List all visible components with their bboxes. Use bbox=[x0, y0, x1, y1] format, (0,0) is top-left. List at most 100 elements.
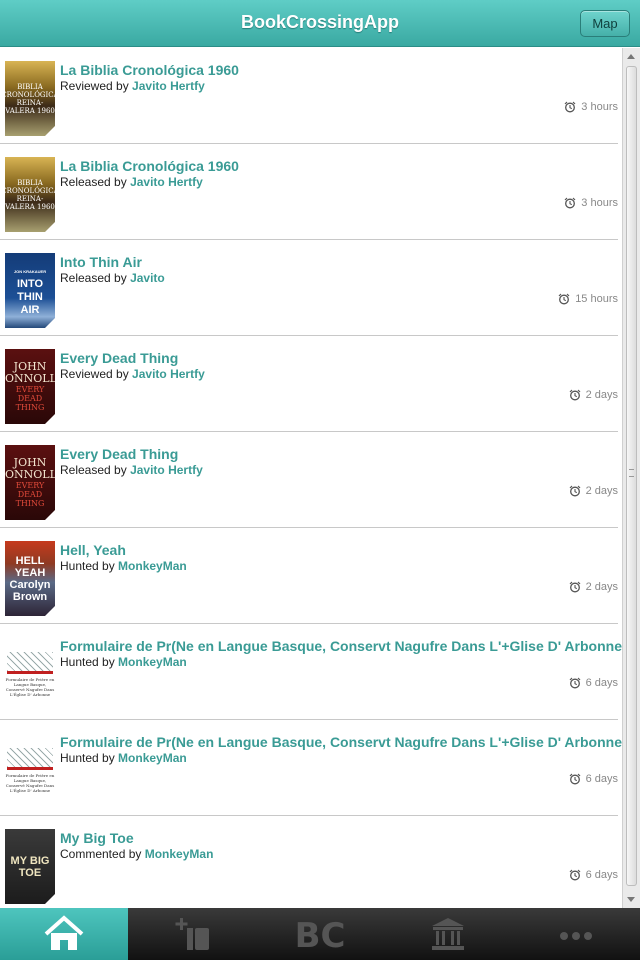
activity-line: Released by Javito Hertfy bbox=[60, 463, 203, 477]
book-title-link[interactable]: My Big Toe bbox=[60, 830, 134, 846]
feed-item[interactable]: Formulaire de Prière en Langue Basque, C… bbox=[0, 720, 622, 816]
cover-text: CRONOLÓGICA bbox=[5, 90, 55, 99]
feed-item[interactable]: Formulaire de Prière en Langue Basque, C… bbox=[0, 624, 622, 720]
book-cover[interactable]: JOHNCONNOLLYEVERY DEADTHING bbox=[5, 445, 55, 520]
cover-text: THING bbox=[15, 499, 45, 508]
cover-artwork bbox=[7, 652, 53, 674]
cover-text: HELL bbox=[15, 554, 45, 567]
cover-text: CRONOLÓGICA bbox=[5, 186, 55, 195]
book-cover[interactable]: JOHNCONNOLLYEVERY DEADTHING bbox=[5, 349, 55, 424]
bc-logo-text: BC bbox=[295, 916, 346, 954]
activity-verb: Hunted by bbox=[60, 559, 115, 573]
cover-text: EVERY DEAD bbox=[15, 385, 45, 403]
user-link[interactable]: MonkeyMan bbox=[145, 847, 214, 861]
feed-item[interactable]: JON KRAKAUER INTO THIN AIR Into Thin Air Rele… bbox=[0, 240, 618, 336]
book-title-link[interactable]: La Biblia Cronológica 1960 bbox=[60, 158, 239, 174]
alarm-clock-icon bbox=[569, 869, 581, 881]
timestamp: 2 days bbox=[569, 389, 618, 401]
timestamp: 2 days bbox=[569, 485, 618, 497]
book-title-link[interactable]: Hell, Yeah bbox=[60, 542, 126, 558]
activity-verb: Hunted by bbox=[60, 751, 115, 765]
alarm-clock-icon bbox=[569, 485, 581, 497]
tab-library[interactable] bbox=[384, 908, 512, 960]
book-cover[interactable]: Formulaire de Prière en Langue Basque, C… bbox=[5, 733, 55, 808]
activity-line: Hunted by MonkeyMan bbox=[60, 751, 187, 765]
scroll-up-arrow[interactable] bbox=[627, 54, 635, 59]
alarm-clock-icon bbox=[564, 197, 576, 209]
cover-text: BIBLIA bbox=[17, 82, 43, 91]
user-link[interactable]: Javito Hertfy bbox=[132, 79, 205, 93]
tab-home[interactable] bbox=[0, 908, 128, 960]
alarm-clock-icon bbox=[569, 581, 581, 593]
book-title-link[interactable]: Formulaire de Pr(Ne en Langue Basque, Co… bbox=[60, 638, 622, 654]
cover-text: MY BIG TOE bbox=[10, 854, 50, 879]
timestamp: 6 days bbox=[569, 869, 618, 881]
book-cover[interactable]: HELL YEAH Carolyn Brown bbox=[5, 541, 55, 616]
book-cover[interactable]: BIBLIACRONOLÓGICAREINA-VALERA 1960 bbox=[5, 157, 55, 232]
library-icon bbox=[432, 918, 464, 950]
activity-line: Reviewed by Javito Hertfy bbox=[60, 367, 205, 381]
scroll-down-arrow[interactable] bbox=[627, 897, 635, 902]
alarm-clock-icon bbox=[564, 101, 576, 113]
book-cover[interactable]: JON KRAKAUER INTO THIN AIR bbox=[5, 253, 55, 328]
cover-text: THING bbox=[15, 403, 45, 412]
user-link[interactable]: MonkeyMan bbox=[118, 751, 187, 765]
tab-release[interactable] bbox=[128, 908, 256, 960]
cover-text: BIBLIA bbox=[17, 178, 43, 187]
book-cover[interactable]: Formulaire de Prière en Langue Basque, C… bbox=[5, 637, 55, 712]
book-title-link[interactable]: Into Thin Air bbox=[60, 254, 142, 270]
home-icon bbox=[44, 915, 84, 950]
timestamp: 15 hours bbox=[558, 293, 618, 305]
user-link[interactable]: Javito Hertfy bbox=[130, 463, 203, 477]
book-title-link[interactable]: Every Dead Thing bbox=[60, 446, 178, 462]
timestamp: 6 days bbox=[569, 677, 618, 689]
timestamp: 3 hours bbox=[564, 197, 618, 209]
activity-verb: Reviewed by bbox=[60, 79, 129, 93]
user-link[interactable]: Javito bbox=[130, 271, 165, 285]
activity-line: Hunted by MonkeyMan bbox=[60, 655, 187, 669]
feed-item[interactable]: HELL YEAH Carolyn Brown Hell, Yeah Hunted by… bbox=[0, 528, 618, 624]
tab-bookcrossing[interactable]: BC bbox=[256, 908, 384, 960]
activity-verb: Released by bbox=[60, 271, 127, 285]
activity-line: Released by Javito Hertfy bbox=[60, 175, 203, 189]
book-title-link[interactable]: La Biblia Cronológica 1960 bbox=[60, 62, 239, 78]
time-ago: 2 days bbox=[585, 485, 618, 497]
user-link[interactable]: MonkeyMan bbox=[118, 559, 187, 573]
book-cover[interactable]: BIBLIACRONOLÓGICAREINA-VALERA 1960 bbox=[5, 61, 55, 136]
activity-verb: Commented by bbox=[60, 847, 142, 861]
cover-text: Carolyn Brown bbox=[9, 578, 51, 603]
scrollbar[interactable] bbox=[622, 48, 640, 908]
map-button[interactable]: Map bbox=[580, 10, 630, 37]
bc-logo-icon: BC bbox=[295, 916, 346, 954]
activity-line: Reviewed by Javito Hertfy bbox=[60, 79, 205, 93]
time-ago: 2 days bbox=[585, 581, 618, 593]
activity-line: Hunted by MonkeyMan bbox=[60, 559, 187, 573]
app-title: BookCrossingApp bbox=[240, 12, 399, 32]
time-ago: 6 days bbox=[585, 773, 618, 785]
user-link[interactable]: MonkeyMan bbox=[118, 655, 187, 669]
scroll-thumb[interactable] bbox=[626, 66, 637, 886]
user-link[interactable]: Javito Hertfy bbox=[130, 175, 203, 189]
tab-more[interactable] bbox=[512, 908, 640, 960]
book-title-link[interactable]: Every Dead Thing bbox=[60, 350, 178, 366]
feed-item[interactable]: MY BIG TOE My Big Toe Commented by MonkeyM… bbox=[0, 816, 618, 908]
timestamp: 6 days bbox=[569, 773, 618, 785]
more-icon bbox=[560, 932, 592, 940]
feed-item[interactable]: BIBLIACRONOLÓGICAREINA-VALERA 1960 La Bib… bbox=[0, 144, 618, 240]
activity-verb: Reviewed by bbox=[60, 367, 129, 381]
cover-text: AIR bbox=[20, 303, 40, 316]
alarm-clock-icon bbox=[569, 389, 581, 401]
timestamp: 2 days bbox=[569, 581, 618, 593]
feed-item[interactable]: BIBLIACRONOLÓGICAREINA-VALERA 1960 La Bib… bbox=[0, 48, 618, 144]
timestamp: 3 hours bbox=[564, 101, 618, 113]
feed-item[interactable]: JOHNCONNOLLYEVERY DEADTHING Every Dead Th… bbox=[0, 336, 618, 432]
cover-text: Formulaire de Prière en Langue Basque, C… bbox=[5, 677, 55, 697]
cover-text: THIN bbox=[17, 290, 43, 303]
cover-text: CONNOLLY bbox=[5, 372, 55, 385]
book-cover[interactable]: MY BIG TOE bbox=[5, 829, 55, 904]
user-link[interactable]: Javito Hertfy bbox=[132, 367, 205, 381]
activity-feed[interactable]: BIBLIACRONOLÓGICAREINA-VALERA 1960 La Bib… bbox=[0, 48, 622, 908]
feed-item[interactable]: JOHNCONNOLLYEVERY DEADTHING Every Dead Th… bbox=[0, 432, 618, 528]
activity-verb: Released by bbox=[60, 175, 127, 189]
book-title-link[interactable]: Formulaire de Pr(Ne en Langue Basque, Co… bbox=[60, 734, 622, 750]
